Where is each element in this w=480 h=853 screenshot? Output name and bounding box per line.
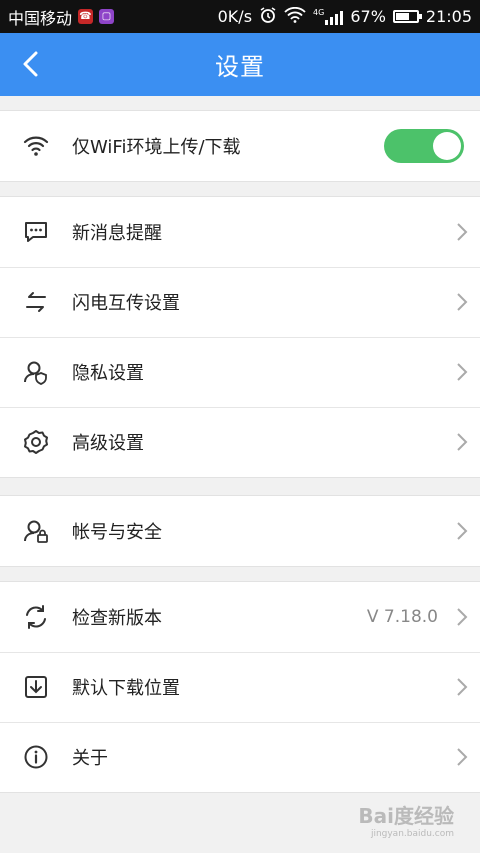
setting-check-update[interactable]: 检查新版本 V 7.18.0 [0, 582, 480, 652]
chevron-right-icon [444, 222, 480, 242]
setting-label: 新消息提醒 [72, 223, 162, 244]
setting-label: 闪电互传设置 [72, 293, 180, 314]
back-button[interactable] [12, 46, 48, 82]
message-icon [0, 218, 72, 246]
setting-label: 检查新版本 [72, 608, 162, 629]
status-bar: 中国移动 ☎ ▢ 0K/s 4G 67% 21:05 [0, 0, 480, 33]
setting-label: 关于 [72, 748, 108, 769]
chevron-right-icon [444, 521, 480, 541]
setting-advanced[interactable]: 高级设置 [0, 407, 480, 477]
setting-about[interactable]: 关于 [0, 722, 480, 792]
watermark-sub: jingyan.baidu.com [370, 829, 454, 839]
settings-group-about: 检查新版本 V 7.18.0 默认下载位置 关于 [0, 581, 480, 793]
watermark: Bai度经验 jingyan.baidu.com [358, 800, 454, 839]
chevron-right-icon [444, 292, 480, 312]
setting-privacy[interactable]: 隐私设置 [0, 337, 480, 407]
setting-label: 仅WiFi环境上传/下载 [72, 137, 241, 158]
cell-signal-icon: 4G [313, 7, 344, 25]
setting-label: 帐号与安全 [72, 522, 162, 543]
page-title: 设置 [215, 53, 265, 81]
app-bar: 设置 [0, 33, 480, 96]
chevron-left-icon [23, 51, 38, 77]
transfer-icon [0, 288, 72, 316]
download-icon [0, 673, 72, 701]
chevron-right-icon [444, 607, 480, 627]
clock: 21:05 [425, 7, 472, 26]
setting-label: 隐私设置 [72, 363, 144, 384]
setting-wifi-only: 仅WiFi环境上传/下载 [0, 111, 480, 181]
setting-flash-transfer[interactable]: 闪电互传设置 [0, 267, 480, 337]
chevron-right-icon [444, 432, 480, 452]
alarm-icon [259, 6, 277, 28]
wifi-only-toggle[interactable] [384, 129, 464, 163]
battery-percent: 67% [350, 7, 386, 26]
wifi-icon [0, 132, 72, 160]
refresh-icon [0, 603, 72, 631]
call-notification-icon: ☎ [78, 9, 94, 24]
settings-group-general: 新消息提醒 闪电互传设置 隐私设置 高级设置 [0, 196, 480, 478]
setting-label: 默认下载位置 [72, 678, 180, 699]
chevron-right-icon [444, 677, 480, 697]
account-lock-icon [0, 517, 72, 545]
chevron-right-icon [444, 747, 480, 767]
network-type: 4G [313, 7, 325, 17]
network-speed: 0K/s [217, 7, 253, 26]
gear-icon [0, 428, 72, 456]
settings-group-network: 仅WiFi环境上传/下载 [0, 110, 480, 182]
setting-new-message-alert[interactable]: 新消息提醒 [0, 197, 480, 267]
setting-account-security[interactable]: 帐号与安全 [0, 496, 480, 566]
settings-group-account: 帐号与安全 [0, 495, 480, 567]
version-value: V 7.18.0 [366, 607, 438, 627]
carrier-name: 中国移动 [8, 8, 73, 28]
setting-label: 高级设置 [72, 433, 144, 454]
chevron-right-icon [444, 362, 480, 382]
watermark-text: Bai度经验 [358, 804, 454, 828]
battery-icon [392, 10, 422, 23]
toggle-knob [433, 132, 461, 160]
info-icon [0, 743, 72, 771]
setting-download-location[interactable]: 默认下载位置 [0, 652, 480, 722]
wifi-status-icon [284, 6, 306, 27]
app-notification-icon: ▢ [99, 9, 115, 24]
privacy-icon [0, 358, 72, 386]
